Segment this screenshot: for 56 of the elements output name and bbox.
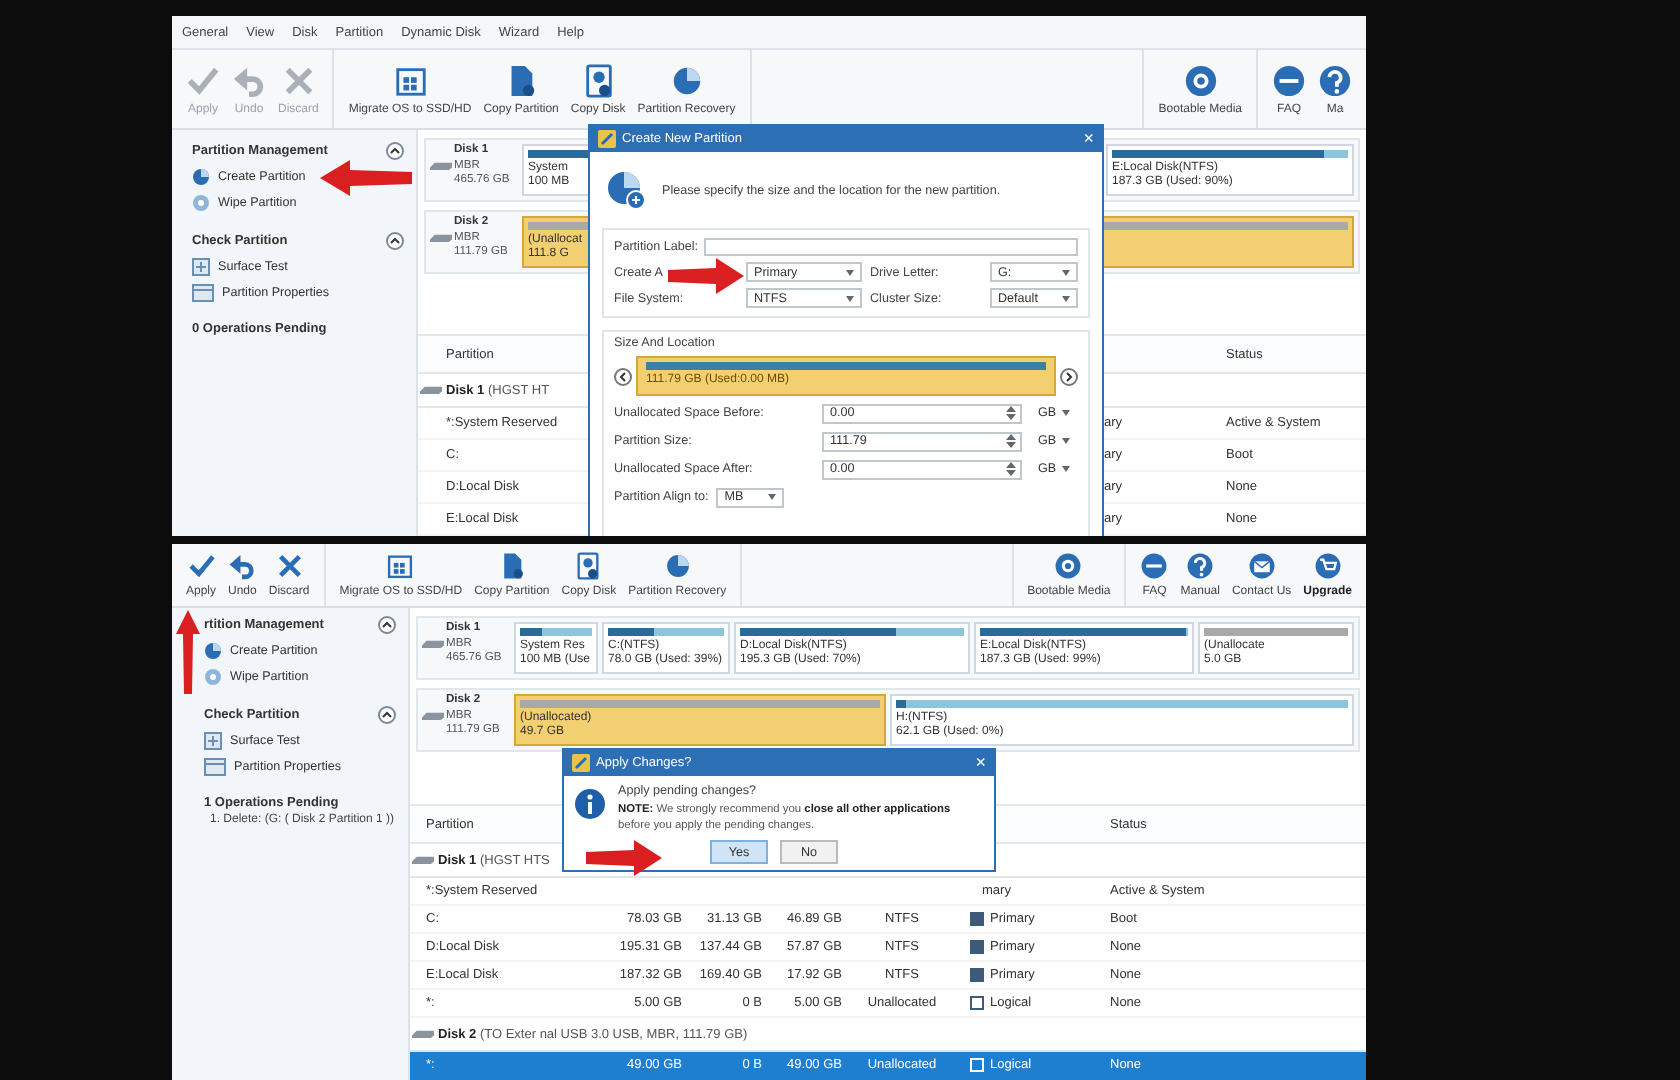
cross-icon bbox=[275, 552, 304, 580]
pie-icon bbox=[663, 552, 692, 580]
disc-icon bbox=[192, 194, 210, 212]
pie-icon bbox=[669, 63, 704, 97]
chevron-left-icon bbox=[614, 367, 632, 385]
cart-icon bbox=[1313, 552, 1342, 580]
disk-drive-icon bbox=[574, 552, 603, 580]
hard-drive-icon bbox=[422, 710, 444, 722]
grid-icon bbox=[192, 258, 210, 276]
pointer-arrow bbox=[586, 840, 662, 876]
info-icon bbox=[574, 788, 606, 820]
disc-icon bbox=[204, 668, 222, 686]
window-icon bbox=[386, 552, 415, 580]
pointer-arrow bbox=[668, 258, 744, 294]
caret-icon bbox=[846, 269, 854, 275]
window-icon bbox=[192, 284, 214, 302]
grid-icon bbox=[204, 732, 222, 750]
caret-icon bbox=[1062, 466, 1071, 472]
hard-drive-icon bbox=[430, 160, 452, 172]
pointer-arrow bbox=[176, 610, 200, 694]
caret-icon bbox=[1062, 269, 1070, 275]
check-icon bbox=[186, 63, 220, 97]
hard-drive-icon bbox=[412, 1028, 434, 1040]
caret-icon bbox=[1062, 295, 1070, 301]
disk-drive-icon bbox=[581, 63, 616, 97]
pie-icon bbox=[192, 168, 210, 186]
spinner-icon bbox=[1006, 432, 1016, 450]
check-icon bbox=[187, 552, 215, 580]
disc-icon bbox=[1183, 63, 1218, 97]
undo-icon bbox=[232, 63, 266, 97]
pie-icon bbox=[204, 642, 222, 660]
caret-icon bbox=[1062, 438, 1071, 444]
caret-icon bbox=[846, 295, 854, 301]
spinner-icon bbox=[1006, 404, 1016, 422]
usage-bar bbox=[1204, 628, 1348, 636]
hard-drive-icon bbox=[412, 854, 434, 866]
hard-drive-icon bbox=[430, 232, 452, 244]
pie-plus-icon bbox=[606, 170, 646, 210]
window-icon bbox=[204, 758, 226, 776]
undo-icon bbox=[228, 552, 257, 580]
close-button[interactable]: × bbox=[975, 754, 986, 772]
chevron-right-icon bbox=[1060, 367, 1078, 385]
caret-icon bbox=[768, 494, 777, 500]
pointer-arrow bbox=[320, 160, 412, 196]
hard-drive-icon bbox=[420, 384, 442, 396]
disc-icon bbox=[1054, 552, 1083, 580]
cross-icon bbox=[281, 63, 316, 97]
text-field[interactable] bbox=[704, 238, 1078, 256]
help-icon bbox=[1318, 63, 1352, 97]
close-button[interactable]: × bbox=[1083, 130, 1094, 148]
spinner-icon bbox=[1006, 460, 1016, 478]
mail-icon bbox=[1247, 552, 1276, 580]
caret-icon bbox=[1062, 410, 1071, 416]
hard-drive-icon bbox=[422, 638, 444, 650]
window-icon bbox=[393, 63, 428, 97]
help-icon bbox=[1186, 552, 1215, 580]
